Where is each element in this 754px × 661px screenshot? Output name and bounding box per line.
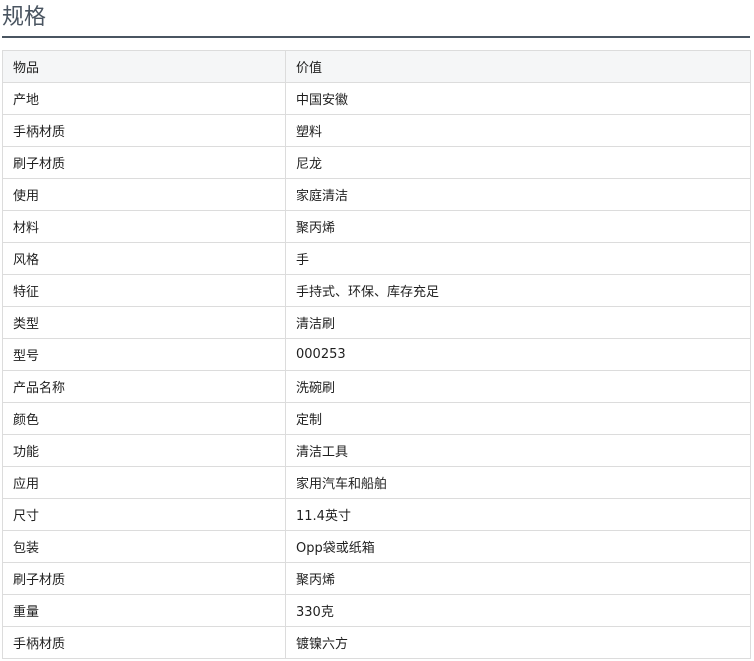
table-row: 刷子材质 尼龙 bbox=[2, 146, 751, 179]
row-value: 洗碗刷 bbox=[285, 370, 751, 403]
header-value: 价值 bbox=[285, 50, 751, 83]
row-item: 使用 bbox=[2, 178, 286, 211]
specifications-section: 规格 物品 价值 产地 中国安徽 手柄材质 塑料 刷子材质 尼龙 使用 家庭清洁… bbox=[0, 0, 754, 661]
row-value: 定制 bbox=[285, 402, 751, 435]
table-row: 手柄材质 塑料 bbox=[2, 114, 751, 147]
row-item: 类型 bbox=[2, 306, 286, 339]
table-row: 应用 家用汽车和船舶 bbox=[2, 466, 751, 499]
table-row: 产地 中国安徽 bbox=[2, 82, 751, 115]
row-item: 材料 bbox=[2, 210, 286, 243]
row-value: 聚丙烯 bbox=[285, 210, 751, 243]
row-value: 手 bbox=[285, 242, 751, 275]
table-row: 功能 清洁工具 bbox=[2, 434, 751, 467]
row-value: 330克 bbox=[285, 594, 751, 627]
row-value: 000253 bbox=[285, 338, 751, 371]
row-item: 手柄材质 bbox=[2, 114, 286, 147]
row-item: 刷子材质 bbox=[2, 146, 286, 179]
row-item: 功能 bbox=[2, 434, 286, 467]
table-row: 尺寸 11.4英寸 bbox=[2, 498, 751, 531]
table-row: 使用 家庭清洁 bbox=[2, 178, 751, 211]
table-header-row: 物品 价值 bbox=[2, 50, 751, 83]
table-row: 包装 Opp袋或纸箱 bbox=[2, 530, 751, 563]
table-row: 颜色 定制 bbox=[2, 402, 751, 435]
row-item: 手柄材质 bbox=[2, 626, 286, 659]
row-item: 重量 bbox=[2, 594, 286, 627]
row-value: 清洁刷 bbox=[285, 306, 751, 339]
table-row: 特征 手持式、环保、库存充足 bbox=[2, 274, 751, 307]
section-title: 规格 bbox=[2, 0, 750, 38]
table-row: 风格 手 bbox=[2, 242, 751, 275]
row-value: 手持式、环保、库存充足 bbox=[285, 274, 751, 307]
row-item: 产地 bbox=[2, 82, 286, 115]
row-value: 镀镍六方 bbox=[285, 626, 751, 659]
row-value: Opp袋或纸箱 bbox=[285, 530, 751, 563]
table-row: 型号 000253 bbox=[2, 338, 751, 371]
row-value: 尼龙 bbox=[285, 146, 751, 179]
row-item: 尺寸 bbox=[2, 498, 286, 531]
row-value: 塑料 bbox=[285, 114, 751, 147]
row-value: 家庭清洁 bbox=[285, 178, 751, 211]
row-item: 包装 bbox=[2, 530, 286, 563]
table-row: 产品名称 洗碗刷 bbox=[2, 370, 751, 403]
row-value: 聚丙烯 bbox=[285, 562, 751, 595]
row-item: 型号 bbox=[2, 338, 286, 371]
row-item: 产品名称 bbox=[2, 370, 286, 403]
header-item: 物品 bbox=[2, 50, 286, 83]
row-value: 11.4英寸 bbox=[285, 498, 751, 531]
row-item: 颜色 bbox=[2, 402, 286, 435]
table-row: 手柄材质 镀镍六方 bbox=[2, 626, 751, 659]
row-item: 特征 bbox=[2, 274, 286, 307]
row-item: 刷子材质 bbox=[2, 562, 286, 595]
row-item: 风格 bbox=[2, 242, 286, 275]
table-row: 材料 聚丙烯 bbox=[2, 210, 751, 243]
row-value: 家用汽车和船舶 bbox=[285, 466, 751, 499]
row-item: 应用 bbox=[2, 466, 286, 499]
row-value: 中国安徽 bbox=[285, 82, 751, 115]
table-row: 类型 清洁刷 bbox=[2, 306, 751, 339]
table-row: 刷子材质 聚丙烯 bbox=[2, 562, 751, 595]
specifications-table: 物品 价值 产地 中国安徽 手柄材质 塑料 刷子材质 尼龙 使用 家庭清洁 材料 bbox=[2, 50, 751, 659]
table-row: 重量 330克 bbox=[2, 594, 751, 627]
row-value: 清洁工具 bbox=[285, 434, 751, 467]
